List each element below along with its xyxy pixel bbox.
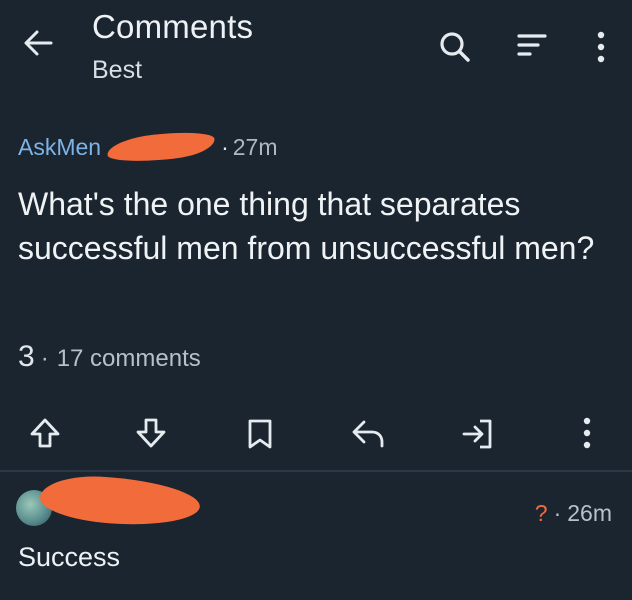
sort-icon[interactable] — [516, 31, 548, 61]
username-redaction — [106, 128, 217, 166]
comment-age: 26m — [567, 500, 612, 526]
meta-dot: · — [553, 500, 562, 526]
post-score: 3 — [18, 340, 35, 373]
post-title[interactable]: What's the one thing that separates succ… — [18, 182, 598, 270]
post-meta: AskMen · 27m — [18, 128, 278, 166]
post-age: 27m — [232, 133, 278, 160]
bookmark-icon[interactable] — [245, 418, 275, 450]
comment-score: ? — [534, 500, 548, 526]
page-title: Comments — [92, 8, 254, 45]
more-vertical-icon[interactable] — [580, 416, 594, 450]
sort-label[interactable]: Best — [92, 56, 142, 85]
comment-meta: ? · 26m — [535, 500, 612, 527]
downvote-icon[interactable] — [134, 416, 168, 450]
comment-body: Success — [18, 542, 121, 572]
comment-count: 17 comments — [56, 345, 201, 372]
search-icon[interactable] — [438, 30, 472, 64]
subreddit-link[interactable]: AskMen — [18, 134, 101, 161]
post-stats: 3 · 17 comments — [18, 340, 201, 374]
upvote-icon[interactable] — [28, 416, 62, 450]
stats-dot: · — [40, 345, 49, 372]
username-redaction — [38, 472, 202, 530]
more-vertical-icon[interactable] — [594, 30, 608, 64]
divider — [0, 470, 632, 472]
share-icon[interactable] — [460, 418, 494, 450]
meta-dot: · — [221, 133, 229, 160]
reply-icon[interactable] — [350, 418, 386, 450]
back-arrow-icon[interactable] — [22, 28, 54, 58]
